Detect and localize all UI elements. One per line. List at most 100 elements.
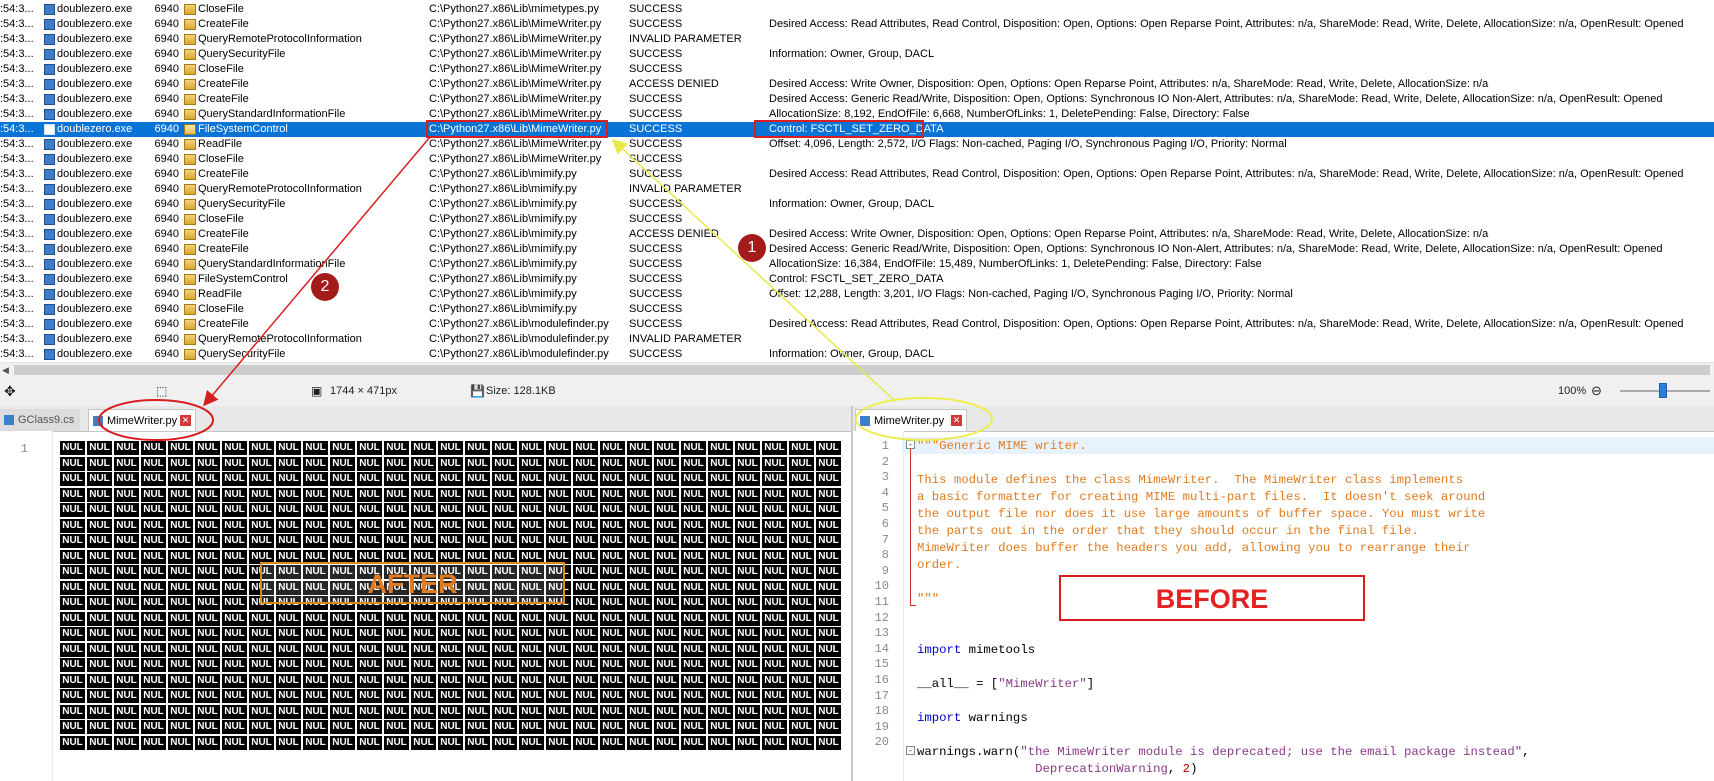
nul-byte: NUL (114, 472, 139, 486)
nul-byte: NUL (654, 518, 679, 533)
log-row[interactable]: :54:3... doublezero.exe 6940 QuerySecurityF… (0, 47, 1714, 62)
operation-icon (184, 49, 196, 60)
log-row[interactable]: :54:3... doublezero.exe 6940 CreateFile C:\P… (0, 17, 1714, 32)
code-line-10[interactable]: """ (917, 591, 939, 608)
fold-toggle-icon[interactable]: - (906, 746, 915, 755)
code-line-19[interactable]: warnings.warn("the MimeWriter module is … (917, 744, 1530, 761)
log-cell-operation: CloseFile (198, 63, 244, 75)
tab-mimewriter-right[interactable]: MimeWriter.py ✕ (855, 409, 967, 431)
log-cell-detail: AllocationSize: 16,384, EndOfFile: 15,48… (769, 258, 1262, 270)
process-icon (44, 94, 55, 105)
right-line-gutter: 1 2 3 4 5 6 7 8 9 10 11 12 13 14 15 16 17 18 19 20 (853, 431, 904, 781)
code-line-4[interactable]: a basic formatter for creating MIME mult… (917, 489, 1485, 506)
nul-byte: NUL (249, 673, 274, 688)
log-cell-result: SUCCESS (629, 348, 683, 360)
nul-byte: NUL (303, 534, 328, 548)
nul-byte: NUL (222, 580, 247, 595)
nul-byte: NUL (789, 689, 814, 703)
log-row[interactable]: :54:3... doublezero.exe 6940 CreateFile C:\P… (0, 227, 1714, 242)
code-line-17[interactable]: import warnings (917, 710, 1028, 727)
log-row[interactable]: :54:3... doublezero.exe 6940 CloseFile C:\Py… (0, 62, 1714, 77)
log-cell-path: C:\Python27.x86\Lib\modulefinder.py (429, 318, 609, 330)
close-tab-icon[interactable]: ✕ (180, 415, 191, 426)
log-row[interactable]: :54:3... doublezero.exe 6940 ReadFile C:\Pyt… (0, 287, 1714, 302)
log-row[interactable]: :54:3... doublezero.exe 6940 CreateFile C:\P… (0, 77, 1714, 92)
operation-icon (184, 349, 196, 360)
log-horizontal-scrollbar[interactable]: ◀ (0, 362, 1714, 377)
log-row[interactable]: :54:3... doublezero.exe 6940 CreateFile C:\P… (0, 242, 1714, 257)
nul-byte: NUL (519, 503, 544, 517)
nul-byte: NUL (573, 549, 598, 564)
code-line-5[interactable]: the output file nor does it use large am… (917, 506, 1485, 523)
save-icon: 💾 (470, 384, 485, 398)
code-line-7[interactable]: MimeWriter does buffer the headers you a… (917, 540, 1470, 557)
nul-byte: NUL (87, 441, 112, 455)
nul-byte: NUL (735, 658, 760, 672)
nul-byte: NUL (411, 441, 436, 455)
step-1-badge: 1 (738, 234, 766, 262)
code-line-13[interactable]: import mimetools (917, 642, 1035, 659)
nul-byte: NUL (546, 441, 571, 455)
nul-byte: NUL (141, 503, 166, 517)
log-cell-time: :54:3... (0, 93, 34, 105)
zoom-slider-knob[interactable] (1659, 383, 1667, 398)
log-row[interactable]: :54:3... doublezero.exe 6940 CloseFile C:\Py… (0, 152, 1714, 167)
nul-byte: NUL (222, 549, 247, 564)
log-row[interactable]: :54:3... doublezero.exe 6940 CloseFile C:\Py… (0, 302, 1714, 317)
nul-byte: NUL (627, 720, 652, 734)
nul-byte: NUL (627, 704, 652, 719)
log-row[interactable]: :54:3... doublezero.exe 6940 QueryRemotePro… (0, 182, 1714, 197)
log-row[interactable]: :54:3... doublezero.exe 6940 QuerySecurityF… (0, 197, 1714, 212)
close-tab-icon[interactable]: ✕ (951, 415, 962, 426)
log-cell-result: INVALID PARAMETER (629, 333, 742, 345)
nul-byte: NUL (330, 456, 355, 471)
tab-gclass9[interactable]: GClass9.cs (0, 409, 80, 431)
nul-byte: NUL (114, 549, 139, 564)
nul-line: NUL NUL NUL NUL NUL NUL NUL NUL NUL NUL NUL NUL NUL N… (60, 720, 848, 735)
log-row[interactable]: :54:3... doublezero.exe 6940 QueryRemotePro… (0, 332, 1714, 347)
nul-byte: NUL (195, 720, 220, 734)
nul-byte: NUL (276, 611, 301, 626)
nul-byte: NUL (303, 658, 328, 672)
log-cell-detail: Desired Access: Read Attributes, Read Co… (769, 168, 1684, 180)
code-line-3[interactable]: This module defines the class MimeWriter… (917, 472, 1463, 489)
log-cell-result: SUCCESS (629, 303, 683, 315)
scroll-left-icon[interactable]: ◀ (2, 363, 9, 377)
zoom-out-icon[interactable]: ⊖ (1591, 376, 1602, 406)
nul-byte: NUL (303, 704, 328, 719)
log-row[interactable]: :54:3... doublezero.exe 6940 CloseFile C:\Py… (0, 2, 1714, 17)
fold-marker (910, 446, 911, 606)
log-cell-time: :54:3... (0, 228, 34, 240)
code-line-15[interactable]: __all__ = ["MimeWriter"] (917, 676, 1094, 693)
log-row[interactable]: :54:3... doublezero.exe 6940 ReadFile C:\Pyt… (0, 137, 1714, 152)
log-row[interactable]: :54:3... doublezero.exe 6940 CreateFile C:\P… (0, 317, 1714, 332)
code-line-20[interactable]: DeprecationWarning, 2) (917, 761, 1197, 778)
nul-byte: NUL (249, 441, 274, 455)
log-row[interactable]: :54:3... doublezero.exe 6940 QueryStandardI… (0, 257, 1714, 272)
nul-byte: NUL (114, 441, 139, 455)
nul-byte: NUL (789, 549, 814, 564)
fold-toggle-icon[interactable]: - (906, 440, 915, 449)
log-cell-pid: 6940 (154, 183, 179, 195)
code-line-1[interactable]: """Generic MIME writer. (917, 438, 1087, 455)
log-row[interactable]: :54:3... doublezero.exe 6940 QueryRemotePro… (0, 32, 1714, 47)
nul-byte: NUL (789, 720, 814, 734)
log-row[interactable]: :54:3... doublezero.exe 6940 FileSystemCont… (0, 272, 1714, 287)
tab-mimewriter-left[interactable]: MimeWriter.py ✕ (88, 409, 196, 431)
log-row[interactable]: :54:3... doublezero.exe 6940 CloseFile C:\Py… (0, 212, 1714, 227)
nul-byte: NUL (735, 580, 760, 595)
operation-icon (184, 79, 196, 90)
scrollbar-thumb[interactable] (14, 365, 1710, 375)
log-cell-path: C:\Python27.x86\Lib\MimeWriter.py (429, 18, 602, 30)
nul-byte: NUL (87, 735, 112, 750)
log-row[interactable]: :54:3... doublezero.exe 6940 QuerySecurityF… (0, 347, 1714, 362)
nul-byte: NUL (465, 441, 490, 455)
nul-byte: NUL (60, 441, 85, 455)
log-row[interactable]: :54:3... doublezero.exe 6940 CreateFile C:\P… (0, 92, 1714, 107)
nul-byte: NUL (708, 642, 733, 657)
nul-byte: NUL (789, 735, 814, 750)
code-line-8[interactable]: order. (917, 557, 961, 574)
code-line-6[interactable]: the parts out in the order that they sho… (917, 523, 1419, 540)
log-row[interactable]: :54:3... doublezero.exe 6940 CreateFile C:\P… (0, 167, 1714, 182)
log-cell-pid: 6940 (154, 213, 179, 225)
